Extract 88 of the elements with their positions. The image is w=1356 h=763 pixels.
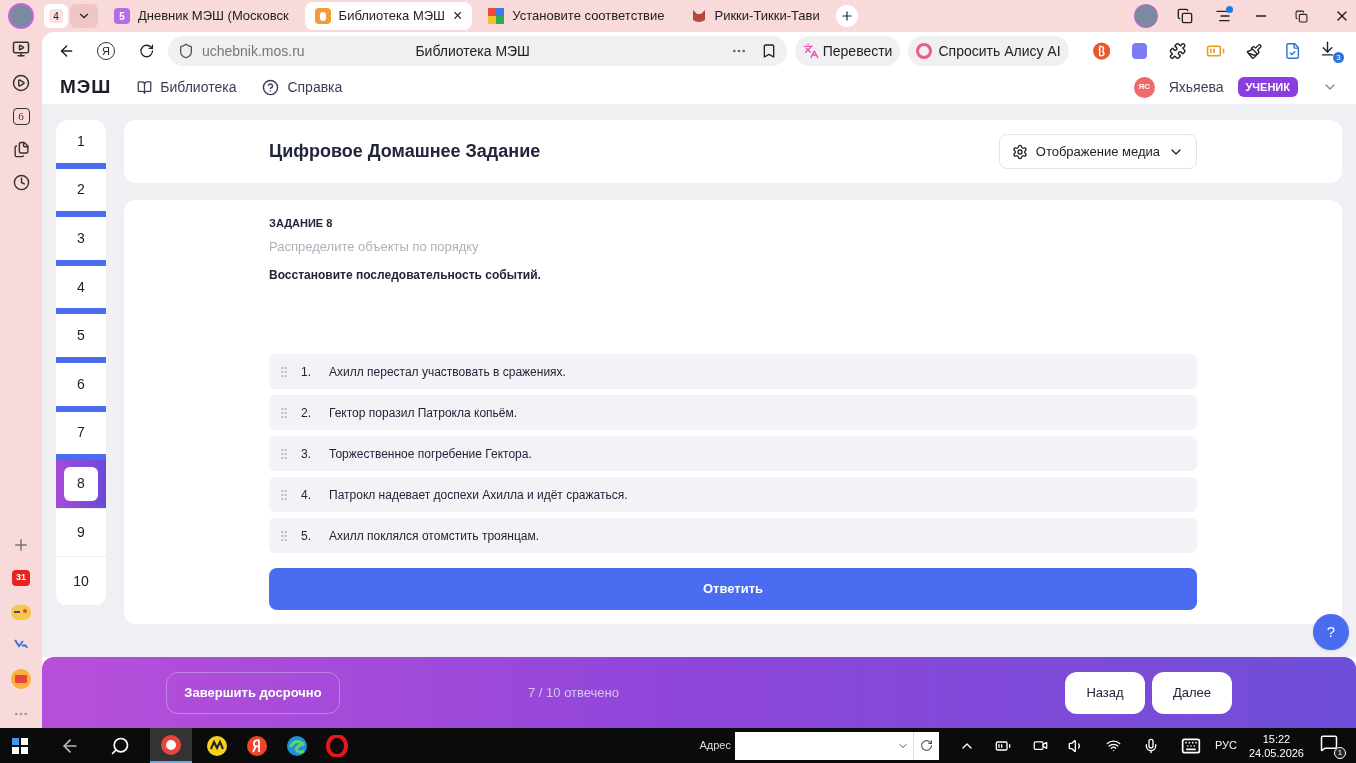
task-instruction: Восстановите последовательность событий.: [269, 267, 542, 284]
question-number-tab[interactable]: 10: [56, 557, 106, 606]
question-number-tab[interactable]: 2: [56, 168, 106, 218]
camera-icon[interactable]: [1032, 738, 1048, 753]
tab-count-badge: 5: [114, 8, 130, 24]
letter-b-extension-icon[interactable]: [1092, 42, 1110, 60]
letter-app-icon[interactable]: [246, 734, 268, 757]
document-check-icon[interactable]: [1283, 42, 1302, 60]
sortable-item[interactable]: 2. Гектор поразил Патрокла копьём.: [269, 395, 1197, 430]
question-number-tab[interactable]: 6: [56, 362, 106, 412]
page-title: Цифровое Домашнее Задание: [269, 140, 541, 163]
profile-avatar[interactable]: [10, 5, 32, 27]
search-icon[interactable]: [110, 735, 130, 756]
header-nav-link[interactable]: Библиотека: [137, 76, 237, 98]
back-button[interactable]: Назад: [1065, 671, 1145, 714]
windows-start-icon[interactable]: [12, 737, 28, 754]
progress-counter: 7 / 10 отвечено: [528, 683, 619, 702]
close-tab-button[interactable]: ×: [453, 8, 463, 24]
address-label: Адрес: [699, 738, 731, 754]
sortable-item[interactable]: 4. Патрокл надевает доспехи Ахилла и идёт сражаться.: [269, 477, 1197, 512]
calendar-button[interactable]: 31: [12, 570, 30, 586]
new-tab-button[interactable]: [835, 5, 858, 27]
translate-icon: [802, 43, 819, 59]
question-number-tab[interactable]: 1: [56, 120, 106, 169]
help-icon: [262, 78, 280, 96]
wifi-icon[interactable]: [1105, 738, 1121, 753]
sortable-item[interactable]: 1. Ахилл перестал участвовать в сражениях.: [269, 354, 1197, 389]
reload-icon[interactable]: [138, 43, 154, 59]
translate-button[interactable]: Перевести: [794, 36, 901, 66]
plus-icon: [839, 9, 854, 23]
media-display-dropdown[interactable]: Отображение медиа: [998, 134, 1197, 169]
wave-browser-icon[interactable]: [286, 734, 308, 757]
tab-group-button[interactable]: 4: [44, 4, 68, 28]
notes-icon[interactable]: [12, 141, 30, 158]
task-type: Распределите объекты по порядку: [269, 237, 480, 256]
browser-logo-icon: [161, 734, 181, 755]
taskbar-browser-button[interactable]: [150, 728, 192, 763]
profile-avatar[interactable]: [1135, 5, 1157, 27]
browser-tab[interactable]: Установите соответствие: [478, 2, 675, 30]
taskbar-address-field[interactable]: [734, 731, 939, 760]
header-nav-link[interactable]: Справка: [262, 76, 343, 98]
finish-early-button[interactable]: Завершить досрочно: [166, 671, 340, 714]
task-number: ЗАДАНИЕ 8: [269, 216, 334, 231]
browser-tab[interactable]: Библиотека МЭШ ×: [304, 2, 473, 30]
game-controller-icon[interactable]: [10, 602, 32, 622]
ask-alice-button[interactable]: Спросить Алису AI: [908, 36, 1069, 66]
question-number-tab[interactable]: 9: [56, 508, 106, 558]
menu-icon[interactable]: [1215, 8, 1231, 24]
book-favicon-icon: [314, 8, 331, 24]
notifications-button[interactable]: 1: [1320, 732, 1346, 759]
extensions-icon[interactable]: [1169, 42, 1187, 60]
question-number-tab[interactable]: 3: [56, 217, 106, 266]
reload-icon[interactable]: [919, 739, 933, 752]
ring-icon: [916, 43, 933, 59]
submit-button[interactable]: Ответить: [269, 568, 1197, 610]
user-name[interactable]: Яхьяева: [1168, 76, 1224, 98]
next-button[interactable]: Далее: [1152, 671, 1232, 714]
question-number-tab[interactable]: 4: [56, 265, 106, 315]
browser-tab[interactable]: 5 Дневник МЭШ (Московск: [104, 2, 299, 30]
question-number-tab[interactable]: 8: [56, 460, 106, 509]
shield-icon: [177, 43, 194, 59]
sortable-item[interactable]: 3. Торжественное погребение Гектора.: [269, 436, 1197, 471]
colored-letters-favicon-icon: [488, 8, 505, 24]
screenshot-icon[interactable]: [12, 40, 30, 58]
ring-browser-icon[interactable]: [326, 734, 348, 757]
tab-group-dropdown[interactable]: [70, 4, 98, 28]
role-badge: УЧЕНИК: [1237, 77, 1298, 97]
address-field[interactable]: uchebnik.mos.ru Библиотека МЭШ: [167, 36, 787, 66]
play-icon[interactable]: [12, 74, 30, 92]
gear-icon: [1011, 143, 1028, 160]
zigzag-app-icon[interactable]: [206, 734, 228, 757]
clock[interactable]: 15:22 24.05.2026: [1248, 731, 1304, 760]
sortable-item[interactable]: 5. Ахилл поклялся отомстить троянцам.: [269, 518, 1197, 553]
site-logo[interactable]: МЭШ: [60, 72, 112, 102]
cat-face-favicon-icon: [690, 8, 707, 24]
history-icon[interactable]: [12, 174, 30, 191]
restore-icon[interactable]: [1295, 9, 1308, 23]
browser-tab[interactable]: Рикки-Тикки-Тави: [680, 2, 830, 30]
collections-icon[interactable]: [1177, 8, 1193, 24]
book-icon: [137, 79, 153, 95]
tabs-count-button[interactable]: 6: [12, 108, 30, 125]
mail-icon[interactable]: [10, 668, 32, 690]
language-indicator[interactable]: РУС: [1214, 737, 1237, 754]
help-button[interactable]: ?: [1313, 614, 1349, 650]
downloads-button[interactable]: 3: [1319, 39, 1344, 63]
brush-icon[interactable]: [1245, 42, 1262, 60]
question-number-tab[interactable]: 5: [56, 314, 106, 363]
square-extension-icon[interactable]: [1131, 43, 1148, 59]
